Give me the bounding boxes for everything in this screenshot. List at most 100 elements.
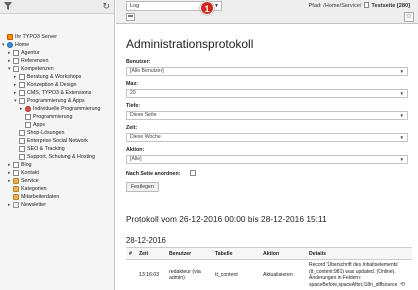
sort-by-page-label: Nach Seite anordnen:	[126, 171, 181, 177]
tree-item[interactable]: ▸ Beratung & Workshops	[0, 73, 114, 81]
page-icon	[19, 90, 25, 96]
sort-by-page-checkbox[interactable]	[190, 170, 196, 176]
undo-icon[interactable]: ⟲	[400, 282, 405, 288]
collapse-icon[interactable]: ▾	[8, 65, 12, 73]
folder-icon	[13, 178, 19, 184]
tree-item[interactable]: ▸ Newsletter	[0, 201, 114, 209]
page-icon	[13, 58, 19, 64]
aktion-label: Aktion:	[126, 147, 145, 153]
tree-item[interactable]: ▸ Individuelle Programmierung	[0, 105, 114, 113]
shortcut-icon	[13, 202, 19, 208]
row-details: Record 'Überschrift des Inhaltselements'…	[306, 260, 412, 290]
tree-item[interactable]: ▸ Agentur	[0, 49, 114, 57]
tree-item-label: Home	[15, 42, 30, 48]
expand-icon[interactable]: ▸	[8, 49, 12, 57]
col-header-details: Details	[306, 247, 412, 260]
expand-icon[interactable]: ▸	[8, 177, 12, 185]
tree-item[interactable]: Shop-Lösungen	[0, 129, 114, 137]
page-icon	[25, 114, 31, 120]
tree-item[interactable]: ▸ Konzeption & Design	[0, 81, 114, 89]
tree-item-label: Beratung & Workshops	[27, 74, 82, 80]
tree-item[interactable]: SEO & Tracking	[0, 145, 114, 153]
page-icon	[19, 82, 25, 88]
max-select[interactable]: 20 ▼	[126, 89, 408, 98]
bookmark-button[interactable]: ☆	[404, 12, 414, 22]
tree-item-label: Kategorien	[21, 186, 47, 192]
tree-item[interactable]: Ihr TYPO3 Server	[0, 33, 114, 41]
table-header-row: # Zeit Benutzer Tabelle Aktion Details	[126, 247, 412, 260]
tree-item-label: Kompetenzen	[21, 66, 54, 72]
tree-item-label: Ihr TYPO3 Server	[15, 34, 57, 40]
folder-icon	[13, 194, 19, 200]
date-heading: 28-12-2016	[126, 236, 166, 245]
expand-icon[interactable]: ▸	[14, 81, 18, 89]
tree-item[interactable]: Programmierung	[0, 113, 114, 121]
expand-icon[interactable]: ▸	[20, 105, 24, 113]
tree-item[interactable]: Mitarbeiterdaten	[0, 193, 114, 201]
tree-item[interactable]: Support, Schulung & Hosting	[0, 153, 114, 161]
chevron-down-icon: ▼	[399, 135, 404, 140]
chevron-down-icon: ▼	[399, 113, 404, 118]
tree-item-label: SEO & Tracking	[27, 146, 65, 152]
tree-item[interactable]: Apps	[0, 121, 114, 129]
expand-icon[interactable]: ▸	[8, 201, 12, 209]
current-page-title[interactable]: Testseite [280]	[372, 3, 410, 9]
tree-item[interactable]: ▾ Kompetenzen	[0, 65, 114, 73]
tree-item[interactable]: ▸ Kontakt	[0, 169, 114, 177]
tree-item-label: Programmierung & Apps	[27, 98, 85, 104]
page-icon	[13, 50, 19, 56]
aktion-select[interactable]: [Alle] ▼	[126, 155, 408, 164]
collapse-icon[interactable]: ▾	[14, 97, 18, 105]
col-header-number: #	[126, 247, 136, 260]
tiefe-select[interactable]: Diese Seite ▼	[126, 111, 408, 120]
page-icon	[13, 162, 19, 168]
tree-item[interactable]: ▸ Service	[0, 177, 114, 185]
page-icon	[19, 74, 25, 80]
globe-icon	[7, 42, 13, 48]
page-tree: Ihr TYPO3 Server ▾ Home ▸ Agentur ▸ Referenzen…	[0, 33, 114, 209]
filter-icon[interactable]	[3, 1, 13, 11]
row-user: redakteur (via admin)	[169, 268, 201, 282]
page-icon	[19, 98, 25, 104]
zeit-value: Diese Woche	[130, 134, 161, 140]
tree-item-label: Konzeption & Design	[27, 82, 77, 88]
tree-item[interactable]: ▸ Blog	[0, 161, 114, 169]
expand-icon[interactable]: ▸	[8, 161, 12, 169]
refresh-icon[interactable]: ↻	[102, 0, 110, 12]
chevron-down-icon: ▼	[399, 91, 404, 96]
page-icon	[19, 138, 25, 144]
tree-item-label: Blog	[21, 162, 32, 168]
row-table: tt_content	[215, 271, 238, 278]
tree-item-label: Referenzen	[21, 58, 49, 64]
tree-item[interactable]: ▾ Home	[0, 41, 114, 49]
expand-icon[interactable]: ▸	[8, 169, 12, 177]
row-details-text: Record 'Überschrift des Inhaltselements'…	[309, 262, 399, 288]
tree-toolbar: ↻	[0, 0, 114, 14]
module-content: Administrationsprotokoll Benutzer: [Alle…	[116, 25, 418, 290]
page-icon	[19, 130, 25, 136]
max-value: 20	[130, 90, 136, 96]
expand-icon[interactable]: ▸	[14, 89, 18, 97]
expand-icon[interactable]: ▸	[14, 73, 18, 81]
typo3-logo-icon	[7, 34, 13, 40]
tree-item[interactable]: Kategorien	[0, 185, 114, 193]
tiefe-label: Tiefe:	[126, 103, 141, 109]
tree-item[interactable]: ▸ Referenzen	[0, 57, 114, 65]
path-label: Pfad:	[308, 3, 322, 9]
page-icon	[25, 122, 31, 128]
submit-button[interactable]: Festlegen	[126, 182, 159, 192]
tree-item[interactable]: Enterprise Social Network	[0, 137, 114, 145]
page-icon	[13, 66, 19, 72]
benutzer-select[interactable]: [Alle Benutzer] ▼	[126, 67, 408, 76]
aktion-value: [Alle]	[130, 156, 142, 162]
page-icon	[13, 170, 19, 176]
log-table: # Zeit Benutzer Tabelle Aktion Details 1…	[126, 247, 412, 290]
module-function-value: Log	[130, 3, 140, 9]
expand-icon[interactable]: ▸	[8, 57, 12, 65]
tree-item[interactable]: ▸ CMS, TYPO3 & Extensions	[0, 89, 114, 97]
tree-item-label: Support, Schulung & Hosting	[27, 154, 96, 160]
save-button[interactable]	[126, 13, 135, 21]
zeit-select[interactable]: Diese Woche ▼	[126, 133, 408, 142]
tree-item[interactable]: ▾ Programmierung & Apps	[0, 97, 114, 105]
collapse-icon[interactable]: ▾	[2, 41, 6, 49]
